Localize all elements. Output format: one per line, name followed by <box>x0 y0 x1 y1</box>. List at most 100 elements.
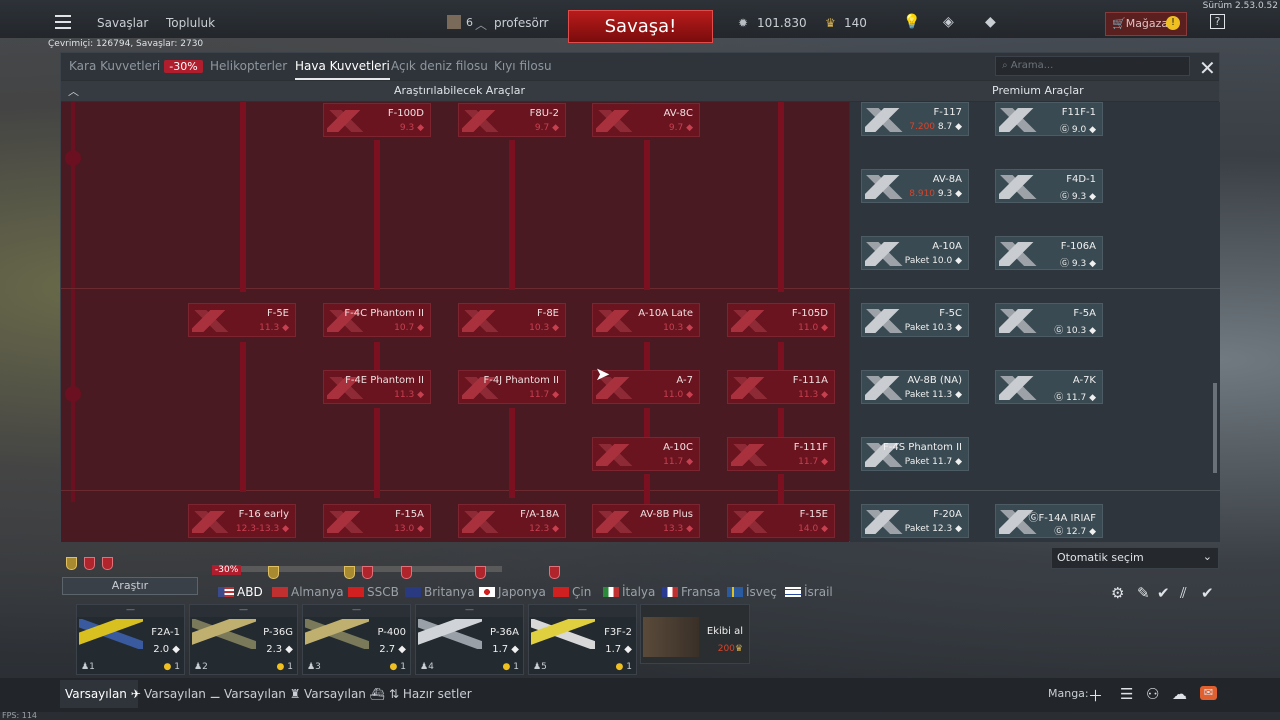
ready-presets[interactable]: ⇅ Hazır setler <box>389 687 472 701</box>
vehicle-card[interactable]: F-105D 11.0 ◆ <box>727 303 835 337</box>
lightbulb-icon[interactable]: 💡 <box>903 14 920 30</box>
crew-slot[interactable]: — P-36G 2.3 ◆ ♟2 ● 1 <box>189 604 298 675</box>
vehicle-card[interactable]: AV-8B Plus 13.3 ◆ <box>592 504 700 538</box>
nation-usa[interactable]: ABD <box>218 585 263 599</box>
preset-ground[interactable]: Varsayılan ♜ <box>224 687 301 701</box>
vehicle-card[interactable]: F-4C Phantom II 10.7 ◆ <box>323 303 431 337</box>
research-button[interactable]: Araştır <box>62 577 198 595</box>
nation-germany[interactable]: Almanya <box>272 585 344 599</box>
player-name[interactable]: profesörr <box>494 16 549 30</box>
vehicle-card[interactable]: F-16 early 12.3-13.3 ◆ <box>188 504 296 538</box>
crew-slot[interactable]: — P-36A 1.7 ◆ ♟4 ● 1 <box>415 604 524 675</box>
nation-france[interactable]: Fransa <box>662 585 721 599</box>
tab-helicopters[interactable]: Helikopterler <box>210 59 287 73</box>
premium-card[interactable]: F11F-1 Ⓖ 9.0 ◆ <box>995 102 1103 136</box>
crew-slot[interactable]: — F2A-1 2.0 ◆ ♟1 ● 1 <box>76 604 185 675</box>
premium-card[interactable]: AV-8B (NA) Paket 11.3 ◆ <box>861 370 969 404</box>
premium-card[interactable]: A-10A Paket 10.0 ◆ <box>861 236 969 270</box>
help-icon[interactable]: ? <box>1210 14 1225 29</box>
nation-italy[interactable]: İtalya <box>603 585 655 599</box>
vehicle-name: P-400 <box>377 627 406 638</box>
battles-menu[interactable]: Savaşlar <box>97 16 148 30</box>
battle-rating: 10.7 ◆ <box>394 323 424 333</box>
check-all-icon[interactable]: ✔ <box>1201 584 1214 602</box>
close-icon[interactable]: ✕ <box>1199 56 1216 80</box>
vehicle-name: A-10C <box>663 442 693 453</box>
wrench-icon[interactable]: ✎ <box>1137 584 1150 602</box>
battle-rating: 13.3 ◆ <box>663 524 693 534</box>
vehicle-card[interactable]: AV-8C 9.7 ◆ <box>592 103 700 137</box>
silver-balance[interactable]: 101.830 <box>757 16 807 30</box>
premium-card[interactable]: A-7K Ⓖ 11.7 ◆ <box>995 370 1103 404</box>
vehicle-card[interactable]: F-4E Phantom II 11.3 ◆ <box>323 370 431 404</box>
connector <box>644 408 650 438</box>
preset-heli[interactable]: Varsayılan ⚊ <box>144 687 221 701</box>
vehicle-card[interactable]: F-111A 11.3 ◆ <box>727 370 835 404</box>
flag-icon <box>272 587 288 597</box>
vehicle-card[interactable]: F-8E 10.3 ◆ <box>458 303 566 337</box>
vehicle-card[interactable]: F-4J Phantom II 11.7 ◆ <box>458 370 566 404</box>
vehicle-card[interactable]: F8U-2 9.7 ◆ <box>458 103 566 137</box>
premium-card[interactable]: F-4S Phantom II Paket 11.7 ◆ <box>861 437 969 471</box>
vehicle-card[interactable]: F-100D 9.3 ◆ <box>323 103 431 137</box>
scrollbar[interactable] <box>1213 383 1217 473</box>
gold-balance[interactable]: 140 <box>844 16 867 30</box>
tab-ground-forces[interactable]: Kara Kuvvetleri -30% <box>69 59 203 73</box>
vehicle-card[interactable]: A-10A Late 10.3 ◆ <box>592 303 700 337</box>
premium-card[interactable]: F-5A Ⓖ 10.3 ◆ <box>995 303 1103 337</box>
list-icon[interactable]: ☰ <box>1120 685 1133 703</box>
nation-japan[interactable]: Japonya <box>479 585 546 599</box>
tab-coastal-fleet[interactable]: Kıyı filosu <box>494 59 552 73</box>
auto-select-dropdown[interactable]: Otomatik seçim ⌄ <box>1051 547 1219 569</box>
vehicle-card[interactable]: A-10C 11.7 ◆ <box>592 437 700 471</box>
premium-card[interactable]: ⒼF-14A IRIAF Ⓖ 12.7 ◆ <box>995 504 1103 538</box>
crew-slot[interactable]: — P-400 2.7 ◆ ♟3 ● 1 <box>302 604 411 675</box>
settings-icon[interactable]: ⚙ <box>1111 584 1124 602</box>
battle-rating: 2.7 ◆ <box>379 644 406 655</box>
menu-icon[interactable] <box>55 15 71 29</box>
vehicle-name: AV-8B Plus <box>640 509 693 520</box>
preset-air[interactable]: Varsayılan ✈ <box>65 687 141 701</box>
rank-shield-icon <box>549 566 560 579</box>
vehicle-card[interactable]: F-15A 13.0 ◆ <box>323 504 431 538</box>
mouse-cursor-icon: ➤ <box>595 364 611 385</box>
premium-card[interactable]: F-117 7.200 8.7 ◆ <box>861 102 969 136</box>
chat-icon[interactable]: ☁ <box>1172 685 1187 703</box>
friends-icon[interactable]: ⚇ <box>1146 685 1159 703</box>
vehicle-card[interactable]: F/A-18A 12.3 ◆ <box>458 504 566 538</box>
shop-button[interactable]: 🛒Mağaza! <box>1105 12 1187 36</box>
repair-all-icon[interactable]: ⫽ <box>1180 584 1187 602</box>
vehicle-card[interactable]: F-5E 11.3 ◆ <box>188 303 296 337</box>
nation-britain[interactable]: Britanya <box>405 585 475 599</box>
battle-rating: 14.0 ◆ <box>798 524 828 534</box>
collapse-icon[interactable]: ︿ <box>68 83 79 99</box>
check-icon[interactable]: ✔ <box>1157 584 1170 602</box>
battle-rating: 9.3 ◆ <box>1071 259 1096 269</box>
mail-icon[interactable]: ✉ <box>1200 686 1217 700</box>
premium-card[interactable]: F4D-1 Ⓖ 9.3 ◆ <box>995 169 1103 203</box>
tab-bluewater-fleet[interactable]: Açık deniz filosu <box>391 59 488 73</box>
search-input[interactable]: ⌕ Arama... <box>995 56 1190 76</box>
premium-card[interactable]: F-106A Ⓖ 9.3 ◆ <box>995 236 1103 270</box>
crew-slot[interactable]: — F3F-2 1.7 ◆ ♟5 ● 1 <box>528 604 637 675</box>
nation-israel[interactable]: İsrail <box>785 585 833 599</box>
nation-china[interactable]: Çin <box>553 585 591 599</box>
premium-card[interactable]: F-5C Paket 10.3 ◆ <box>861 303 969 337</box>
battle-button[interactable]: Savaşa! <box>568 10 713 43</box>
vehicle-card[interactable]: F-111F 11.7 ◆ <box>727 437 835 471</box>
buy-crew-slot[interactable]: Ekibi al 200♛ <box>640 604 750 664</box>
contacts-icon[interactable]: ◈ <box>943 14 954 30</box>
nation-ussr[interactable]: SSCB <box>348 585 399 599</box>
chevron-up-icon[interactable]: ︿ <box>475 16 487 33</box>
tab-aviation[interactable]: Hava Kuvvetleri <box>295 59 390 80</box>
nation-label: Çin <box>572 585 592 599</box>
coupon-icon[interactable]: ◆ <box>985 14 996 30</box>
vehicle-card[interactable]: F-15E 14.0 ◆ <box>727 504 835 538</box>
nation-sweden[interactable]: İsveç <box>727 585 777 599</box>
community-menu[interactable]: Topluluk <box>166 16 215 30</box>
premium-card[interactable]: F-20A Paket 12.3 ◆ <box>861 504 969 538</box>
add-icon[interactable]: ＋ <box>1088 685 1103 706</box>
premium-card[interactable]: AV-8A 8.910 9.3 ◆ <box>861 169 969 203</box>
squad-avatar[interactable] <box>447 15 461 29</box>
preset-naval[interactable]: Varsayılan ⛴ <box>304 687 385 701</box>
